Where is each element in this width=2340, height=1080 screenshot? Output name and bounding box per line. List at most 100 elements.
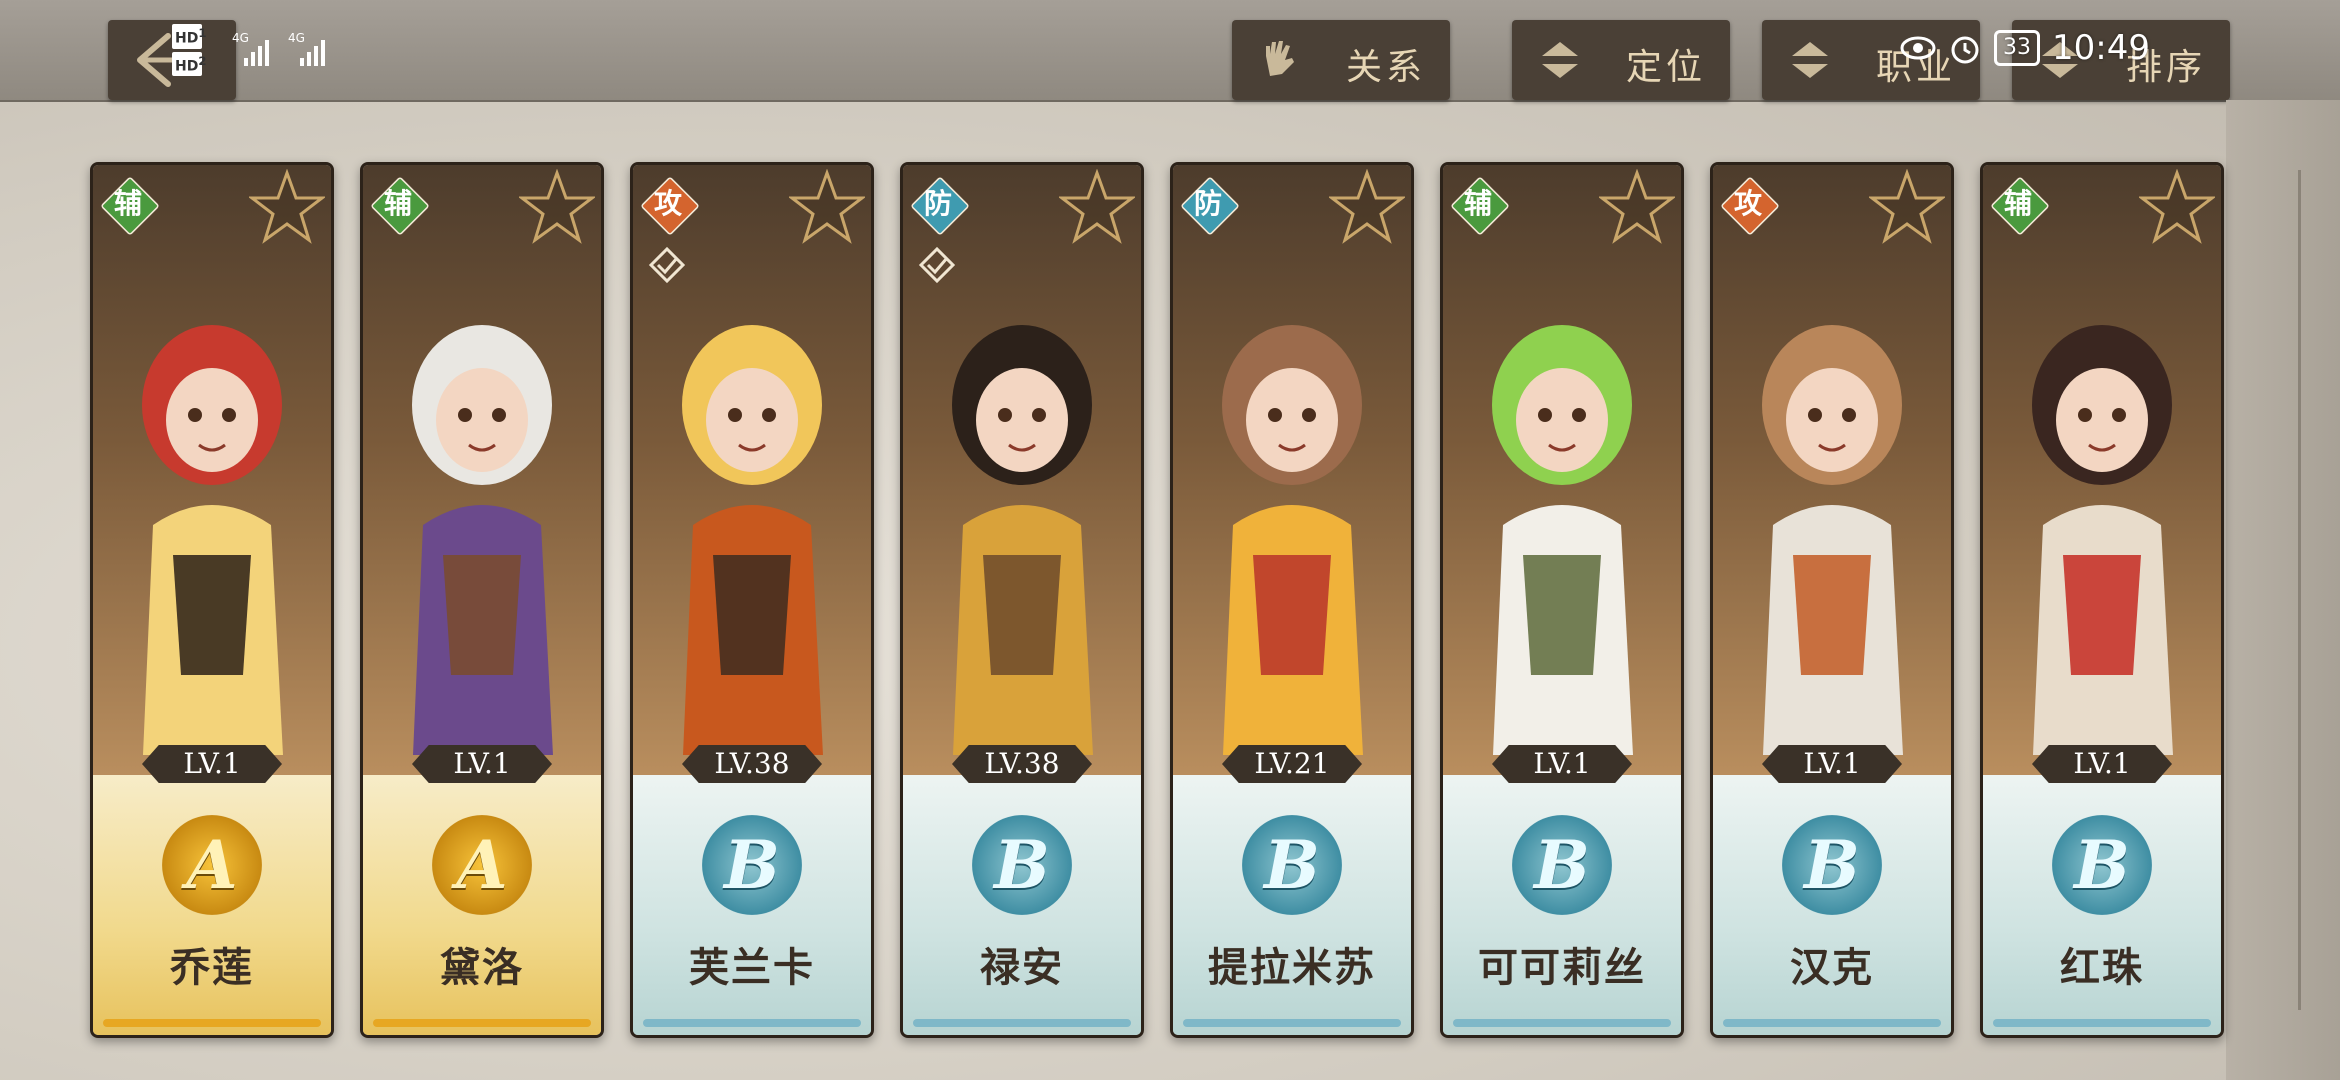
character-portrait [1983,165,2221,775]
star-icon[interactable] [1599,169,1675,245]
role-badge: 防 [910,176,970,236]
scroll-track[interactable] [2298,170,2301,1010]
character-name: 提拉米苏 [1208,944,1376,991]
character-portrait [1713,165,1951,775]
battery-level: 33 [1994,30,2040,66]
grade-medal: B [1242,815,1342,915]
grade-letter: A [456,826,508,904]
grade-letter: B [1534,826,1590,904]
grade-letter: B [724,826,780,904]
character-art [412,325,553,755]
level-badge: LV.21 [1222,745,1362,783]
character-card[interactable]: 防 LV.38 B 禄安 [900,162,1144,1038]
star-icon[interactable] [1869,169,1945,245]
character-art [2032,325,2173,755]
sim2-hd-label: HD2 [172,51,206,77]
star-icon[interactable] [519,169,595,245]
role-badge: 攻 [640,176,700,236]
check-icon [918,246,956,284]
level-badge: LV.1 [2032,745,2172,783]
net1-label: 4G [232,31,249,45]
level-badge: LV.38 [952,745,1092,783]
eye-icon [1900,36,1936,60]
role-label: 辅 [2003,187,2032,220]
star-icon[interactable] [1329,169,1405,245]
grade-medal: B [2052,815,2152,915]
role-badge: 攻 [1720,176,1780,236]
rarity-bar [913,1019,1131,1027]
character-name: 红珠 [2060,944,2144,991]
role-label: 辅 [113,187,142,220]
grade-medal: B [1512,815,1612,915]
character-portrait [363,165,601,775]
character-art [952,325,1093,755]
role-badge: 辅 [1990,176,2050,236]
grade-medal: B [972,815,1072,915]
grade-medal: A [432,815,532,915]
grade-medal: B [1782,815,1882,915]
role-badge: 辅 [1450,176,1510,236]
level-badge: LV.1 [1492,745,1632,783]
filter-label: 定位 [1625,47,1706,88]
rarity-bar [103,1019,321,1027]
character-name: 乔莲 [170,944,254,991]
character-card[interactable]: 辅 LV.1 A 乔莲 [90,162,334,1038]
character-card[interactable]: 攻 LV.38 B 芙兰卡 [630,162,874,1038]
rarity-bar [643,1019,861,1027]
grade-medal: B [702,815,802,915]
rarity-bar [1723,1019,1941,1027]
character-name: 可可莉丝 [1478,944,1646,991]
character-name: 黛洛 [440,944,524,991]
up-down-arrows-icon [1792,42,1828,78]
character-art [1222,325,1363,755]
check-icon [648,246,686,284]
grade-letter: B [1804,826,1860,904]
grade-letter: A [186,826,238,904]
level-badge: LV.38 [682,745,822,783]
rarity-bar [1993,1019,2211,1027]
character-portrait [1443,165,1681,775]
star-icon[interactable] [789,169,865,245]
character-art [142,325,283,755]
up-down-arrows-icon [1542,42,1578,78]
star-icon[interactable] [1059,169,1135,245]
character-card[interactable]: 攻 LV.1 B 汉克 [1710,162,1954,1038]
character-card[interactable]: 辅 LV.1 A 黛洛 [360,162,604,1038]
sim1-hd-label: HD1 [172,24,206,49]
star-icon[interactable] [2139,169,2215,245]
character-portrait [93,165,331,775]
signal-bars: 4G 4G [232,30,342,74]
position-filter-button[interactable]: 定位 [1512,20,1730,100]
relationship-filter-button[interactable]: 关系 [1232,20,1450,100]
role-label: 攻 [1733,187,1762,220]
role-badge: 防 [1180,176,1240,236]
character-art [1492,325,1633,755]
role-badge: 辅 [100,176,160,236]
character-name: 芙兰卡 [689,944,815,991]
character-card[interactable]: 辅 LV.1 B 可可莉丝 [1440,162,1684,1038]
level-badge: LV.1 [412,745,552,783]
sim-indicators: HD1 HD2 [172,24,206,79]
rarity-bar [373,1019,591,1027]
rarity-bar [1453,1019,1671,1027]
role-label: 防 [1193,187,1222,220]
level-badge: LV.1 [142,745,282,783]
filter-label: 关系 [1345,47,1426,88]
grade-medal: A [162,815,262,915]
character-name: 禄安 [980,944,1064,991]
character-card[interactable]: 防 LV.21 B 提拉米苏 [1170,162,1414,1038]
character-art [1762,325,1903,755]
character-art [682,325,823,755]
grade-letter: B [1264,826,1320,904]
star-icon[interactable] [249,169,325,245]
grade-letter: B [994,826,1050,904]
role-label: 辅 [1463,187,1492,220]
signal-icon: 4G 4G [232,31,325,66]
role-label: 攻 [653,187,682,220]
character-portrait [1173,165,1411,775]
role-badge: 辅 [370,176,430,236]
clock: 10:49 [2052,28,2150,68]
character-name: 汉克 [1790,944,1874,991]
character-card[interactable]: 辅 LV.1 B 红珠 [1980,162,2224,1038]
role-label: 辅 [383,187,412,220]
